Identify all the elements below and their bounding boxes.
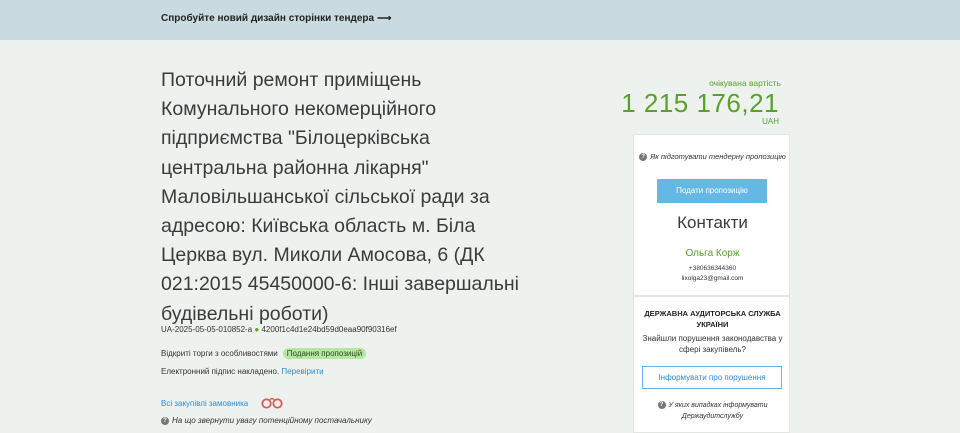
buyer-purchases-line: Всі закупівлі замовника xyxy=(161,396,284,412)
audit-service-title: ДЕРЖАВНА АУДИТОРСЬКА СЛУЖБА УКРАЇНИ xyxy=(644,309,781,329)
expected-value: 1 215 176,21 xyxy=(621,88,779,118)
report-violation-button[interactable]: Інформувати про порушення xyxy=(642,366,782,389)
procedure-type: Відкриті торги з особливостями xyxy=(161,349,278,358)
attention-line[interactable]: ? На що звернути увагу потенційному поста… xyxy=(161,416,372,425)
audit-panel: ДЕРЖАВНА АУДИТОРСЬКА СЛУЖБА УКРАЇНИ Знай… xyxy=(633,296,790,433)
expected-value-label: очікувана вартість xyxy=(709,78,781,88)
bid-panel: ? Як підготувати тендерну пропозицію Пода… xyxy=(633,134,790,296)
new-design-link-text: Спробуйте новий дизайн сторінки тендера xyxy=(161,13,375,24)
tender-title: Поточний ремонт приміщень Комунального н… xyxy=(161,69,520,325)
signature-text: Електронний підпис накладено. xyxy=(161,367,280,376)
question-circle-icon: ? xyxy=(639,153,648,161)
question-circle-icon: ? xyxy=(657,401,666,409)
tender-id: UA-2025-05-05-010852-a xyxy=(161,325,253,334)
contact-email[interactable]: lixolga23@gmail.com xyxy=(634,275,791,282)
new-design-link[interactable]: Спробуйте новий дизайн сторінки тендера ⟶ xyxy=(161,13,391,24)
contact-phone: +380636344360 xyxy=(688,265,737,272)
procedure-line: Відкриті торги з особливостями Подання пр… xyxy=(161,348,367,359)
audit-note-text: У яких випадках інформувати Держаудитслу… xyxy=(668,402,768,420)
hash-dot-icon: ● xyxy=(254,325,260,334)
verify-signature-link[interactable]: Перевірити xyxy=(281,367,323,376)
attention-text: На що звернути увагу потенційному постач… xyxy=(172,416,372,425)
contact-name: Ольга Корж xyxy=(685,248,740,259)
all-buyer-purchases-link[interactable]: Всі закупівлі замовника xyxy=(161,399,248,408)
tender-hash: 4200f1c4d1e24bd59d0eaa90f90316ef xyxy=(261,325,397,334)
handcuffs-icon[interactable] xyxy=(260,396,284,412)
contacts-title: Контакти xyxy=(677,213,748,232)
signature-line: Електронний підпис накладено. Перевірити xyxy=(161,367,324,376)
tender-id-line: UA-2025-05-05-010852-a ● 4200f1c4d1e24bd… xyxy=(161,325,397,334)
audit-note-link[interactable]: ? У яких випадках інформувати Держаудитсл… xyxy=(634,400,791,422)
submit-bid-button[interactable]: Подати пропозицію xyxy=(657,179,767,203)
how-to-prepare-text: Як підготувати тендерну пропозицію xyxy=(650,152,786,161)
question-circle-icon: ? xyxy=(161,417,169,425)
audit-question: Знайшли порушення законодавства у сфері … xyxy=(642,334,783,354)
new-design-banner: Спробуйте новий дизайн сторінки тендера ⟶ xyxy=(0,0,960,40)
currency: UAH xyxy=(762,117,779,126)
status-badge: Подання пропозицій xyxy=(282,348,367,359)
how-to-prepare-link[interactable]: ? Як підготувати тендерну пропозицію xyxy=(634,151,791,163)
arrow-right-icon: ⟶ xyxy=(377,13,392,24)
